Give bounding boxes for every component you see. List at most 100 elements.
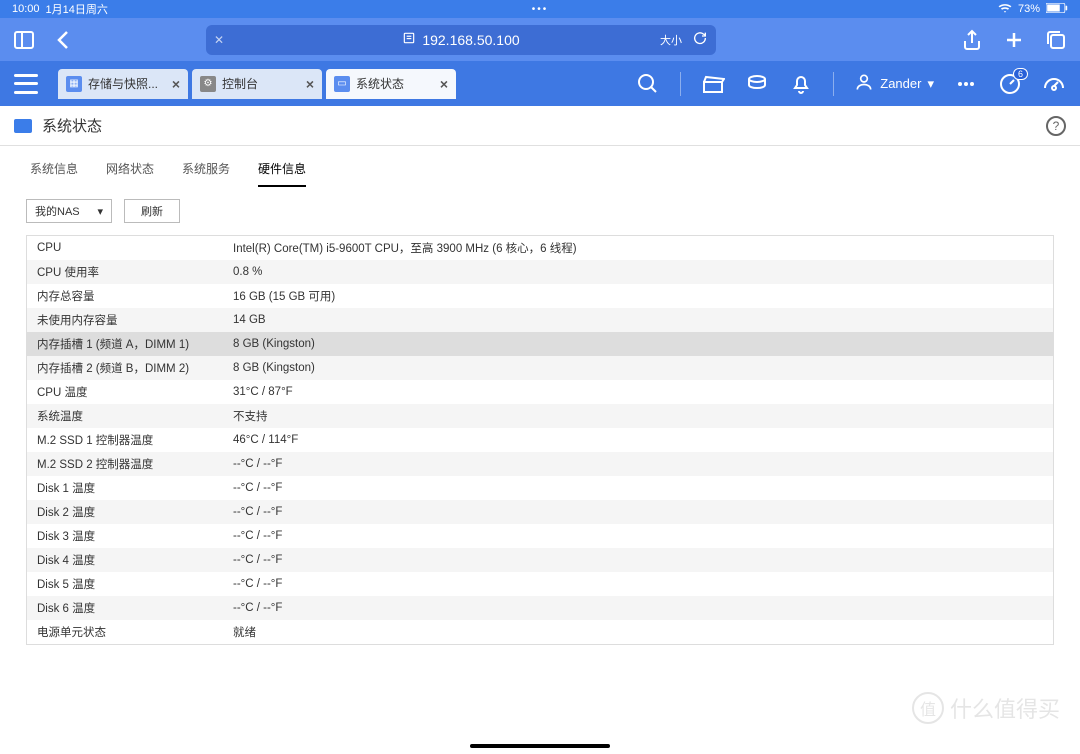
tab-hardware-info[interactable]: 硬件信息	[258, 160, 306, 187]
user-name: Zander	[880, 76, 921, 91]
badge-count: 6	[1013, 68, 1028, 80]
home-indicator[interactable]	[470, 744, 610, 748]
close-icon[interactable]: ×	[306, 76, 314, 92]
row-label: 电源单元状态	[27, 624, 229, 640]
monitor-icon	[14, 119, 32, 133]
row-value: --°C / --°F	[229, 602, 1053, 614]
row-label: CPU 温度	[27, 384, 229, 400]
battery-label: 73%	[1018, 3, 1040, 15]
tab-system-status[interactable]: ▭ 系统状态 ×	[326, 69, 456, 99]
row-label: 内存插槽 2 (频道 B，DIMM 2)	[27, 360, 229, 376]
row-label: M.2 SSD 1 控制器温度	[27, 432, 229, 448]
tab-label: 存储与快照...	[88, 75, 158, 92]
new-tab-icon[interactable]	[1002, 28, 1026, 52]
tab-label: 系统状态	[356, 75, 404, 92]
clear-url-icon[interactable]: ✕	[214, 33, 224, 47]
table-row[interactable]: CPU 使用率0.8 %	[27, 260, 1053, 284]
row-label: 内存插槽 1 (频道 A，DIMM 1)	[27, 336, 229, 352]
row-value: 就绪	[229, 624, 1053, 640]
table-row[interactable]: 未使用内存容量14 GB	[27, 308, 1053, 332]
table-row[interactable]: M.2 SSD 1 控制器温度46°C / 114°F	[27, 428, 1053, 452]
more-icon[interactable]	[954, 72, 978, 96]
back-icon[interactable]	[52, 28, 76, 52]
select-value: 我的NAS	[35, 203, 80, 219]
table-row[interactable]: 内存总容量16 GB (15 GB 可用)	[27, 284, 1053, 308]
chevron-down-icon: ▾	[927, 76, 934, 92]
address-bar[interactable]: ✕ 192.168.50.100 大小	[206, 25, 716, 55]
tab-network-status[interactable]: 网络状态	[106, 160, 154, 187]
time-label: 10:00	[12, 3, 40, 15]
table-row[interactable]: Disk 5 温度--°C / --°F	[27, 572, 1053, 596]
share-icon[interactable]	[960, 28, 984, 52]
row-value: 31°C / 87°F	[229, 386, 1053, 398]
date-label: 1月14日周六	[46, 1, 108, 17]
gauge-icon[interactable]	[1042, 72, 1066, 96]
row-value: --°C / --°F	[229, 554, 1053, 566]
close-icon[interactable]: ×	[172, 76, 180, 92]
table-row[interactable]: M.2 SSD 2 控制器温度--°C / --°F	[27, 452, 1053, 476]
table-row[interactable]: 内存插槽 2 (频道 B，DIMM 2)8 GB (Kingston)	[27, 356, 1053, 380]
devices-icon[interactable]	[745, 72, 769, 96]
tab-storage[interactable]: ▦ 存储与快照... ×	[58, 69, 188, 99]
reader-icon	[402, 31, 416, 48]
row-value: 8 GB (Kingston)	[229, 338, 1053, 350]
page-title: 系统状态	[42, 115, 102, 136]
table-row[interactable]: Disk 3 温度--°C / --°F	[27, 524, 1053, 548]
hardware-info-table: CPUIntel(R) Core(TM) i5-9600T CPU，至高 390…	[26, 235, 1054, 645]
battery-icon	[1046, 3, 1068, 16]
storage-icon: ▦	[66, 76, 82, 92]
user-icon	[854, 72, 874, 95]
search-icon[interactable]	[636, 72, 660, 96]
table-row[interactable]: 内存插槽 1 (频道 A，DIMM 1)8 GB (Kingston)	[27, 332, 1053, 356]
divider	[680, 72, 681, 96]
notification-icon[interactable]	[789, 72, 813, 96]
row-value: --°C / --°F	[229, 578, 1053, 590]
tab-system-service[interactable]: 系统服务	[182, 160, 230, 187]
row-label: Disk 3 温度	[27, 528, 229, 544]
tab-system-info[interactable]: 系统信息	[30, 160, 78, 187]
row-value: 0.8 %	[229, 266, 1053, 278]
table-row[interactable]: Disk 2 温度--°C / --°F	[27, 500, 1053, 524]
table-row[interactable]: CPUIntel(R) Core(TM) i5-9600T CPU，至高 390…	[27, 236, 1053, 260]
row-label: Disk 2 温度	[27, 504, 229, 520]
text-size-label[interactable]: 大小	[660, 32, 682, 48]
table-row[interactable]: CPU 温度31°C / 87°F	[27, 380, 1053, 404]
table-row[interactable]: Disk 4 温度--°C / --°F	[27, 548, 1053, 572]
row-label: Disk 6 温度	[27, 600, 229, 616]
table-row[interactable]: Disk 1 温度--°C / --°F	[27, 476, 1053, 500]
reload-icon[interactable]	[692, 30, 708, 49]
close-icon[interactable]: ×	[440, 76, 448, 92]
refresh-button[interactable]: 刷新	[124, 199, 180, 223]
dashboard-icon[interactable]: 6	[998, 72, 1022, 96]
gear-icon: ⚙	[200, 76, 216, 92]
row-label: Disk 1 温度	[27, 480, 229, 496]
divider	[833, 72, 834, 96]
row-label: Disk 5 温度	[27, 576, 229, 592]
row-value: 不支持	[229, 408, 1053, 424]
tab-control[interactable]: ⚙ 控制台 ×	[192, 69, 322, 99]
url-text: 192.168.50.100	[422, 32, 519, 48]
chevron-down-icon: ▾	[97, 205, 103, 218]
table-row[interactable]: 电源单元状态就绪	[27, 620, 1053, 644]
table-row[interactable]: 系统温度不支持	[27, 404, 1053, 428]
page-header: 系统状态 ?	[0, 106, 1080, 146]
row-label: CPU 使用率	[27, 264, 229, 280]
row-label: 系统温度	[27, 408, 229, 424]
row-label: 未使用内存容量	[27, 312, 229, 328]
row-value: --°C / --°F	[229, 506, 1053, 518]
menu-icon[interactable]	[14, 74, 38, 94]
controls-row: 我的NAS ▾ 刷新	[0, 187, 1080, 235]
help-icon[interactable]: ?	[1046, 116, 1066, 136]
row-value: 8 GB (Kingston)	[229, 362, 1053, 374]
multitask-dots: •••	[532, 4, 549, 15]
user-menu[interactable]: Zander ▾	[854, 72, 934, 95]
row-value: --°C / --°F	[229, 482, 1053, 494]
row-value: 14 GB	[229, 314, 1053, 326]
nas-select[interactable]: 我的NAS ▾	[26, 199, 112, 223]
table-row[interactable]: Disk 6 温度--°C / --°F	[27, 596, 1053, 620]
clapperboard-icon[interactable]	[701, 72, 725, 96]
qnap-app-bar: ▦ 存储与快照... × ⚙ 控制台 × ▭ 系统状态 × Zander ▾	[0, 61, 1080, 106]
watermark-icon: 值	[912, 692, 944, 724]
sidebar-toggle-icon[interactable]	[12, 28, 36, 52]
tabs-icon[interactable]	[1044, 28, 1068, 52]
